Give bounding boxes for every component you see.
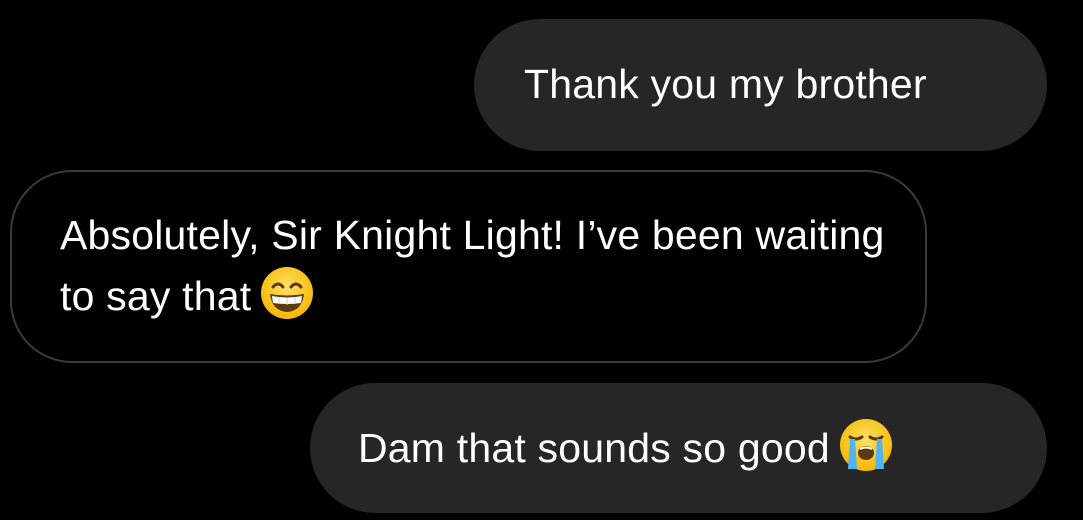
message-text: Dam that sounds so good [358, 425, 830, 471]
loudly-crying-face-icon [838, 417, 894, 473]
grinning-face-with-smiling-eyes-icon [259, 265, 315, 321]
message-text: Thank you my brother [524, 61, 927, 107]
sent-message-bubble[interactable]: Dam that sounds so good [310, 383, 1047, 513]
message-text: Absolutely, Sir Knight Light! I’ve been … [60, 212, 885, 319]
sent-message-bubble[interactable]: Thank you my brother [474, 19, 1047, 151]
received-message-bubble[interactable]: Absolutely, Sir Knight Light! I’ve been … [10, 170, 927, 363]
